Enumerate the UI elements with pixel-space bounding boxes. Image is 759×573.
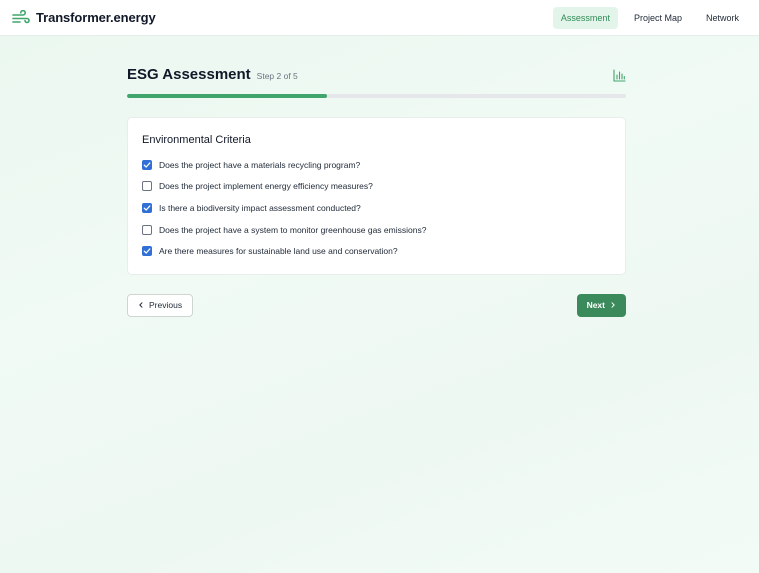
criteria-item[interactable]: Is there a biodiversity impact assessmen… xyxy=(142,197,611,219)
bar-chart-icon[interactable] xyxy=(613,68,626,82)
criteria-label: Are there measures for sustainable land … xyxy=(159,246,398,257)
next-button[interactable]: Next xyxy=(576,293,626,317)
step-actions: Previous Next xyxy=(127,293,626,317)
check-icon xyxy=(143,205,151,211)
previous-button[interactable]: Previous xyxy=(127,293,194,317)
progress-bar xyxy=(127,94,626,98)
checkbox[interactable] xyxy=(142,224,152,235)
criteria-item[interactable]: Does the project have a system to monito… xyxy=(142,219,611,241)
checkbox[interactable] xyxy=(142,246,152,257)
progress-fill xyxy=(127,94,327,98)
title-row: ESG Assessment Step 2 of 5 xyxy=(127,66,626,84)
wind-icon xyxy=(12,9,30,23)
next-label: Next xyxy=(586,300,605,311)
brand-name: Transformer.energy xyxy=(36,10,156,25)
step-indicator: Step 2 of 5 xyxy=(256,71,298,81)
checkbox[interactable] xyxy=(142,202,152,213)
criteria-item[interactable]: Does the project have a materials recycl… xyxy=(142,154,611,176)
criteria-card: Environmental Criteria Does the project … xyxy=(127,117,626,275)
nav-assessment[interactable]: Assessment xyxy=(552,6,618,29)
checkbox[interactable] xyxy=(142,181,152,192)
main-nav: Assessment Project Map Network xyxy=(552,6,747,29)
criteria-label: Does the project have a system to monito… xyxy=(159,224,427,235)
brand[interactable]: Transformer.energy xyxy=(12,9,156,26)
check-icon xyxy=(143,162,151,168)
criteria-item[interactable]: Does the project implement energy effici… xyxy=(142,176,611,198)
nav-project-map[interactable]: Project Map xyxy=(626,7,690,29)
check-icon xyxy=(143,248,151,254)
criteria-list: Does the project have a materials recycl… xyxy=(142,154,611,262)
criteria-label: Is there a biodiversity impact assessmen… xyxy=(159,202,361,213)
criteria-label: Does the project have a materials recycl… xyxy=(159,159,361,170)
title-group: ESG Assessment Step 2 of 5 xyxy=(127,66,298,83)
checkbox[interactable] xyxy=(142,159,152,170)
nav-network[interactable]: Network xyxy=(698,7,747,29)
section-title: Environmental Criteria xyxy=(142,134,251,146)
top-navigation-bar: Transformer.energy Assessment Project Ma… xyxy=(0,0,759,36)
page-title: ESG Assessment xyxy=(127,66,251,83)
criteria-label: Does the project implement energy effici… xyxy=(159,181,373,192)
chevron-left-icon xyxy=(139,302,143,309)
chevron-right-icon xyxy=(611,302,615,309)
assessment-content: ESG Assessment Step 2 of 5 Environmental… xyxy=(127,66,626,317)
previous-label: Previous xyxy=(149,300,183,311)
criteria-item[interactable]: Are there measures for sustainable land … xyxy=(142,240,611,262)
